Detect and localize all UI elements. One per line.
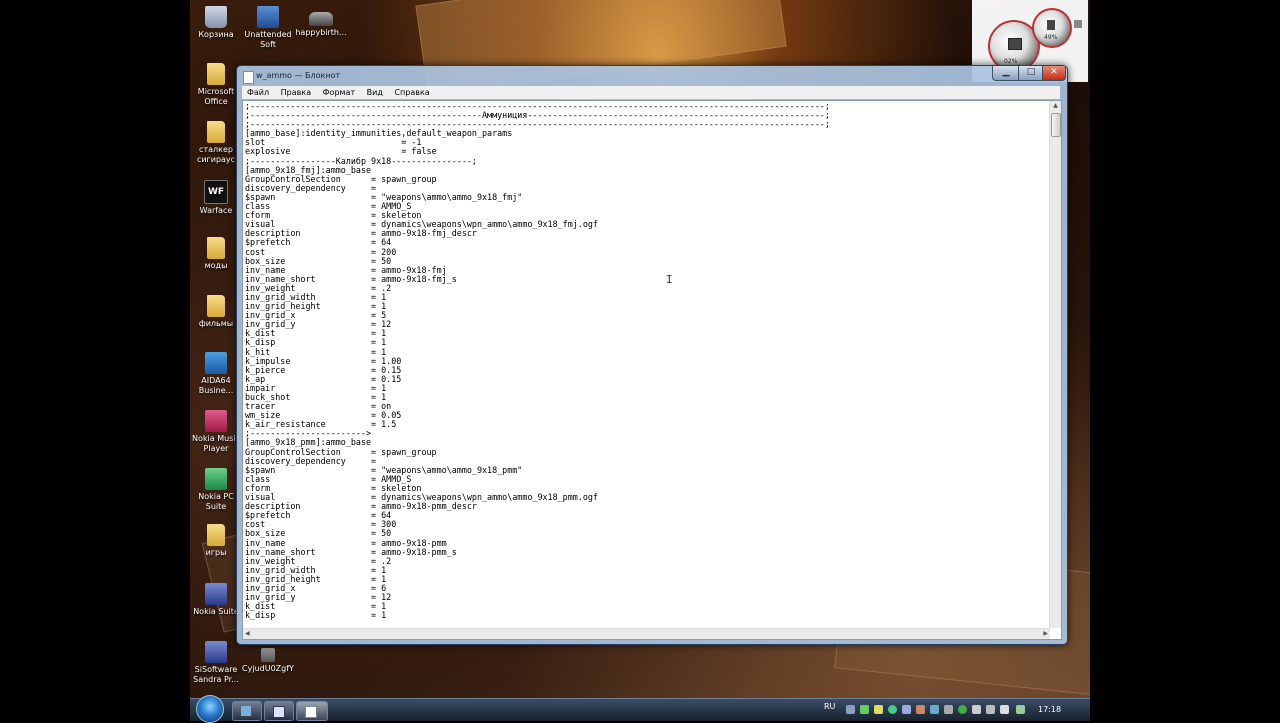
desktop-icon-label: моды	[204, 261, 228, 270]
tray-volume-icon[interactable]	[1000, 705, 1009, 714]
maximize-icon: □	[1026, 67, 1036, 77]
desktop-icon-label: Microsoft Office	[197, 87, 235, 106]
minimize-icon: ▁	[1002, 67, 1010, 77]
ram-usage-label: 49%	[1044, 34, 1058, 41]
language-indicator[interactable]: RU	[824, 702, 835, 711]
desktop-icon-label: Unattended Soft	[244, 30, 292, 49]
tray-battery-icon[interactable]	[1016, 705, 1025, 714]
menu-format[interactable]: Формат	[318, 86, 359, 97]
warface-icon: WF	[204, 180, 228, 204]
tray-flag-icon[interactable]	[972, 705, 981, 714]
tray-icon[interactable]	[860, 705, 869, 714]
desktop-icon-label: Nokia Music Player	[192, 434, 240, 453]
notepad-window: w_ammo — Блокнот ▁ □ ✕ Файл Правка Форма…	[236, 65, 1068, 645]
tray-icon[interactable]	[874, 705, 883, 714]
tray-network-icon[interactable]	[846, 705, 855, 714]
start-button[interactable]	[196, 695, 224, 723]
notepad-icon	[305, 706, 317, 718]
horizontal-scrollbar[interactable]: ◀ ▶	[243, 628, 1050, 639]
cpu-usage-label: 02%	[1004, 58, 1018, 65]
desktop-icon-label: Warface	[199, 206, 233, 215]
menu-help[interactable]: Справка	[389, 86, 433, 97]
desktop-icon-label: игры	[205, 548, 227, 557]
taskbar: RU 17:18	[190, 695, 1090, 723]
media-icon	[273, 706, 285, 718]
text-cursor-icon: I	[666, 273, 673, 286]
desktop-icon-label: Корзина	[198, 30, 234, 39]
desktop-icon-label: Nokia Suite	[193, 607, 239, 616]
folder-icon	[207, 121, 225, 143]
taskbar-app-button[interactable]	[264, 701, 294, 721]
close-icon: ✕	[1050, 67, 1058, 77]
desktop-icon-label: сталкер сигираус	[196, 145, 236, 164]
music-player-icon	[205, 410, 227, 432]
notepad-icon	[243, 71, 254, 84]
gadget-close-icon[interactable]	[1074, 20, 1082, 28]
memory-icon	[1047, 20, 1055, 30]
recycle-bin-icon	[205, 6, 227, 28]
desktop-icon-video-file[interactable]: CyjudU0ZgfY	[240, 648, 296, 674]
taskbar-clock[interactable]: 17:18	[1038, 705, 1061, 714]
vertical-scrollbar[interactable]: ▲	[1049, 101, 1061, 628]
desktop-icon-unattended-soft[interactable]: Unattended Soft	[240, 6, 296, 50]
desktop-icon-happybirth[interactable]: happybirth...	[293, 6, 349, 38]
close-button[interactable]: ✕	[1042, 66, 1066, 81]
nokia-pc-suite-icon	[205, 468, 227, 490]
menu-file[interactable]: Файл	[242, 86, 273, 97]
desktop-icon-label: SiSoftware Sandra Pr...	[193, 665, 239, 684]
tray-icon[interactable]	[944, 705, 953, 714]
tray-icon[interactable]	[902, 705, 911, 714]
menu-edit[interactable]: Правка	[276, 86, 315, 97]
menu-bar: Файл Правка Формат Вид Справка	[242, 86, 1060, 99]
folder-icon	[207, 295, 225, 317]
minimize-button[interactable]: ▁	[992, 66, 1020, 81]
editor-content[interactable]: ;---------------------------------------…	[245, 101, 830, 620]
installer-icon	[257, 6, 279, 28]
folder-icon	[207, 63, 225, 85]
folder-icon	[207, 524, 225, 546]
scrollbar-thumb[interactable]	[1051, 113, 1061, 137]
ram-gauge: 49%	[1032, 8, 1072, 48]
scroll-up-icon[interactable]: ▲	[1050, 101, 1061, 111]
desktop-icon-recycle-bin[interactable]: Корзина	[190, 6, 244, 40]
nokia-suite-icon	[205, 583, 227, 605]
window-title: w_ammo — Блокнот	[256, 71, 341, 80]
system-tray: RU 17:18	[820, 699, 1090, 721]
tray-icon[interactable]	[916, 705, 925, 714]
tray-icon[interactable]	[958, 705, 967, 714]
video-file-icon	[261, 648, 275, 662]
title-bar[interactable]: w_ammo — Блокнот ▁ □ ✕	[237, 66, 1067, 86]
desktop-icon-label: CyjudU0ZgfY	[242, 664, 294, 673]
tray-network-icon[interactable]	[986, 705, 995, 714]
desktop-icon-sisoftware[interactable]: SiSoftware Sandra Pr...	[190, 641, 244, 685]
tray-icon[interactable]	[930, 705, 939, 714]
maximize-button[interactable]: □	[1018, 66, 1044, 81]
desktop-icon-label: Nokia PC Suite	[198, 492, 234, 511]
desktop-icon-label: AIDA64 Busine...	[198, 376, 234, 395]
drive-icon	[1008, 38, 1022, 50]
car-icon	[309, 12, 333, 26]
scroll-left-icon[interactable]: ◀	[245, 629, 250, 639]
scroll-right-icon[interactable]: ▶	[1043, 629, 1048, 639]
text-editor[interactable]: ;---------------------------------------…	[242, 100, 1062, 640]
sisoftware-sandra-icon	[205, 641, 227, 663]
menu-view[interactable]: Вид	[362, 86, 387, 97]
aida64-icon	[205, 352, 227, 374]
folder-icon	[207, 237, 225, 259]
taskbar-show-desktop[interactable]	[232, 701, 262, 721]
desktop-icon-label: happybirth...	[295, 28, 347, 37]
desktop-icon	[241, 706, 251, 716]
taskbar-notepad-button[interactable]	[296, 701, 328, 721]
desktop-icon-label: фильмы	[198, 319, 234, 328]
tray-icon[interactable]	[888, 705, 897, 714]
